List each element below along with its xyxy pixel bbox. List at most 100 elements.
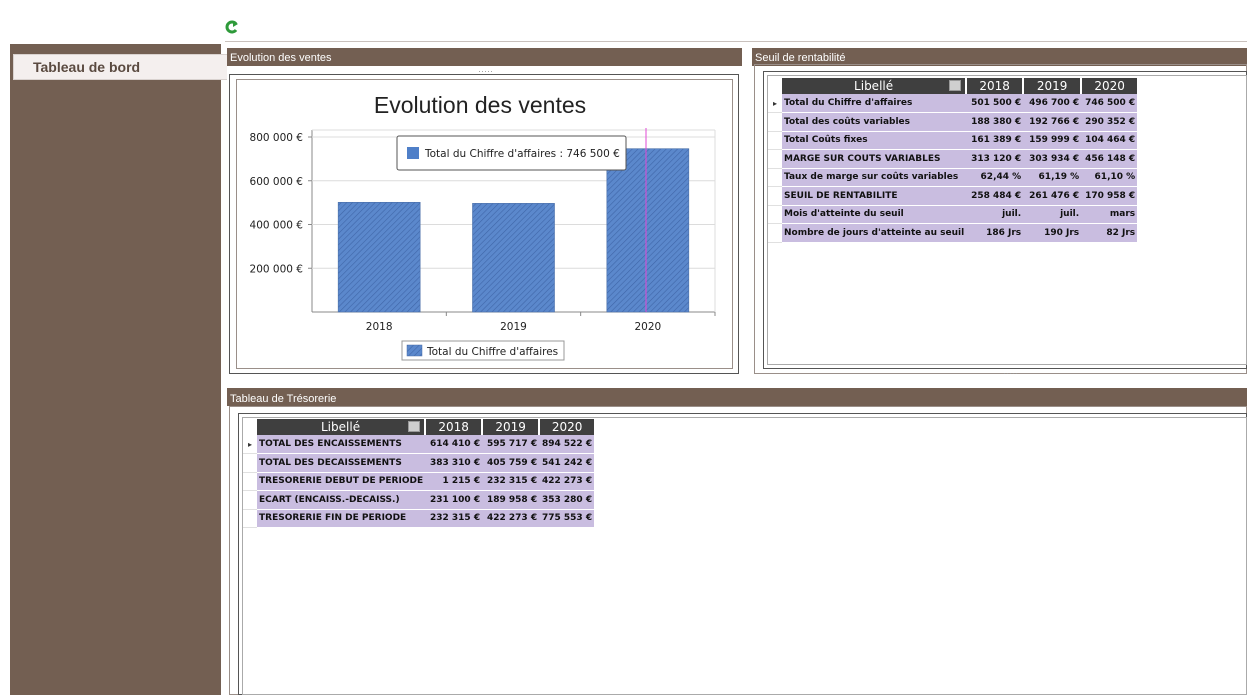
column-chooser-icon[interactable]: [408, 421, 421, 432]
value-cell[interactable]: 62,44 %: [966, 168, 1024, 187]
bar-2019[interactable]: [472, 203, 555, 313]
refresh-icon[interactable]: [225, 19, 239, 35]
value-cell[interactable]: 501 500 €: [966, 94, 1024, 113]
column-header-2019[interactable]: 2019: [482, 419, 541, 435]
table-header-row: Libellé 2018 2019 2020: [243, 419, 595, 435]
row-selector[interactable]: [768, 205, 782, 224]
column-header-2019[interactable]: 2019: [1023, 78, 1083, 94]
value-cell[interactable]: 290 352 €: [1081, 112, 1138, 132]
row-selector[interactable]: [243, 509, 257, 528]
row-label-cell[interactable]: TRESORERIE FIN DE PERIODE: [257, 509, 426, 528]
row-selector[interactable]: [768, 131, 782, 150]
value-cell[interactable]: 159 999 €: [1023, 131, 1082, 150]
column-header-2020[interactable]: 2020: [1081, 78, 1138, 94]
value-cell[interactable]: 61,19 %: [1023, 168, 1082, 187]
column-header-2018[interactable]: 2018: [966, 78, 1025, 94]
row-selector[interactable]: [768, 168, 782, 187]
table-row[interactable]: Mois d'atteinte du seuil juil. juil. mars: [768, 205, 1138, 224]
value-cell[interactable]: 170 958 €: [1081, 186, 1138, 206]
table-row[interactable]: Total Coûts fixes 161 389 €159 999 €104 4…: [768, 131, 1138, 150]
x-tick-label: 2020: [634, 321, 661, 333]
row-selector[interactable]: [243, 472, 257, 491]
row-label-cell[interactable]: SEUIL DE RENTABILITE: [782, 186, 967, 206]
current-row-indicator[interactable]: ▸: [243, 435, 257, 454]
value-cell[interactable]: 188 380 €: [966, 112, 1024, 132]
value-cell[interactable]: 189 958 €: [482, 490, 540, 510]
column-chooser-icon[interactable]: [949, 80, 962, 91]
row-label-cell[interactable]: Mois d'atteinte du seuil: [782, 205, 967, 224]
current-row-indicator[interactable]: ▸: [768, 94, 782, 113]
value-cell[interactable]: 190 Jrs: [1023, 223, 1082, 243]
table-row[interactable]: Total des coûts variables 188 380 €192 76…: [768, 112, 1138, 132]
value-cell[interactable]: 775 553 €: [539, 509, 595, 528]
row-label-cell[interactable]: Taux de marge sur coûts variables: [782, 168, 967, 187]
value-cell[interactable]: 232 315 €: [482, 472, 540, 491]
value-cell[interactable]: 231 100 €: [425, 490, 483, 510]
value-cell[interactable]: 894 522 €: [539, 435, 595, 454]
chart-title: Evolution des ventes: [374, 92, 586, 118]
value-cell[interactable]: 405 759 €: [482, 453, 540, 473]
row-label-cell[interactable]: TRESORERIE DEBUT DE PERIODE: [257, 472, 426, 491]
value-cell[interactable]: 303 934 €: [1023, 149, 1082, 169]
value-cell[interactable]: 422 273 €: [539, 472, 595, 491]
table-row[interactable]: SEUIL DE RENTABILITE 258 484 €261 476 €17…: [768, 186, 1138, 206]
table-row[interactable]: Nombre de jours d'atteinte au seuil 186 J…: [768, 223, 1138, 243]
column-header-libelle[interactable]: Libellé: [782, 78, 968, 94]
column-header-label: Libellé: [321, 420, 361, 434]
table-row[interactable]: ECART (ENCAISS.-DECAISS.) 231 100 €189 95…: [243, 490, 595, 510]
row-selector[interactable]: [768, 186, 782, 206]
value-cell[interactable]: 496 700 €: [1023, 94, 1082, 113]
table-row[interactable]: TRESORERIE DEBUT DE PERIODE 1 215 €232 31…: [243, 472, 595, 491]
value-cell[interactable]: 422 273 €: [482, 509, 540, 528]
value-cell[interactable]: 541 242 €: [539, 453, 595, 473]
value-cell[interactable]: 192 766 €: [1023, 112, 1082, 132]
value-cell[interactable]: mars: [1081, 205, 1138, 224]
table-row[interactable]: Taux de marge sur coûts variables 62,44 %…: [768, 168, 1138, 187]
row-label-cell[interactable]: TOTAL DES DECAISSEMENTS: [257, 453, 426, 473]
table-row[interactable]: MARGE SUR COUTS VARIABLES 313 120 €303 93…: [768, 149, 1138, 169]
row-label-cell[interactable]: Total Coûts fixes: [782, 131, 967, 150]
column-header-2020[interactable]: 2020: [539, 419, 595, 435]
row-label-cell[interactable]: ECART (ENCAISS.-DECAISS.): [257, 490, 426, 510]
value-cell[interactable]: 258 484 €: [966, 186, 1024, 206]
row-selector[interactable]: [768, 223, 782, 243]
table-row[interactable]: ▸ Total du Chiffre d'affaires 501 500 €496…: [768, 94, 1138, 113]
value-cell[interactable]: 104 464 €: [1081, 131, 1138, 150]
row-label-cell[interactable]: Nombre de jours d'atteinte au seuil: [782, 223, 967, 243]
value-cell[interactable]: 1 215 €: [425, 472, 483, 491]
table-row[interactable]: ▸ TOTAL DES ENCAISSEMENTS 614 410 €595 717…: [243, 435, 595, 454]
value-cell[interactable]: juil.: [1023, 205, 1082, 224]
value-cell[interactable]: 313 120 €: [966, 149, 1024, 169]
row-selector[interactable]: [768, 149, 782, 169]
row-selector[interactable]: [243, 453, 257, 473]
value-cell[interactable]: 186 Jrs: [966, 223, 1024, 243]
value-cell[interactable]: 161 389 €: [966, 131, 1024, 150]
value-cell[interactable]: 261 476 €: [1023, 186, 1082, 206]
row-label-cell[interactable]: Total des coûts variables: [782, 112, 967, 132]
table-row[interactable]: TRESORERIE FIN DE PERIODE 232 315 €422 27…: [243, 509, 595, 528]
value-cell[interactable]: 383 310 €: [425, 453, 483, 473]
column-header-2018[interactable]: 2018: [425, 419, 484, 435]
value-cell[interactable]: 232 315 €: [425, 509, 483, 528]
value-cell[interactable]: 614 410 €: [425, 435, 483, 454]
value-cell[interactable]: 61,10 %: [1081, 168, 1138, 187]
column-header-libelle[interactable]: Libellé: [257, 419, 427, 435]
row-selector[interactable]: [243, 490, 257, 510]
row-label-cell[interactable]: TOTAL DES ENCAISSEMENTS: [257, 435, 426, 454]
row-label-cell[interactable]: Total du Chiffre d'affaires: [782, 94, 967, 113]
value-cell[interactable]: 353 280 €: [539, 490, 595, 510]
value-cell[interactable]: 746 500 €: [1081, 94, 1138, 113]
row-selector[interactable]: [768, 112, 782, 132]
value-cell[interactable]: 456 148 €: [1081, 149, 1138, 169]
row-label-cell[interactable]: MARGE SUR COUTS VARIABLES: [782, 149, 967, 169]
value-cell[interactable]: 595 717 €: [482, 435, 540, 454]
resize-grip[interactable]: ·····: [1003, 369, 1018, 378]
value-cell[interactable]: 82 Jrs: [1081, 223, 1138, 243]
bar-2020[interactable]: [606, 148, 690, 313]
bar-2018[interactable]: [337, 201, 421, 313]
resize-grip[interactable]: ·····: [478, 67, 493, 76]
sidebar-item-tableau-de-bord[interactable]: Tableau de bord: [13, 54, 229, 80]
tooltip: Total du Chiffre d'affaires : 746 500 €: [396, 135, 627, 171]
table-row[interactable]: TOTAL DES DECAISSEMENTS 383 310 €405 759 …: [243, 453, 595, 473]
value-cell[interactable]: juil.: [966, 205, 1024, 224]
